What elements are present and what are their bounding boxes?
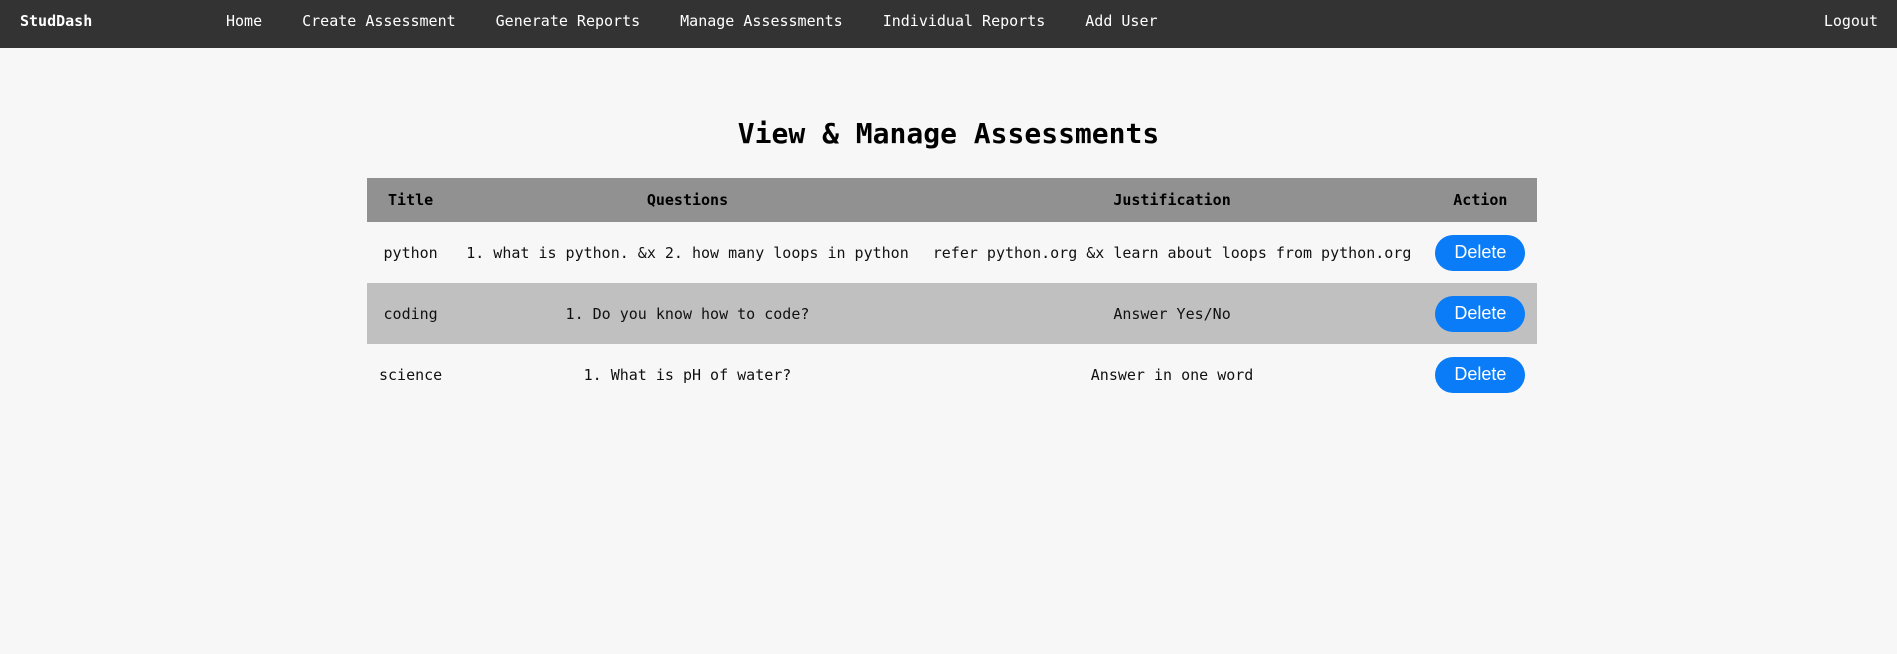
- column-header-questions: Questions: [646, 191, 729, 209]
- cell-action: Delete: [1423, 283, 1537, 344]
- nav-link-create-assessment[interactable]: Create Assessment: [302, 12, 456, 30]
- delete-button[interactable]: Delete: [1435, 356, 1526, 393]
- nav-link-individual-reports[interactable]: Individual Reports: [883, 12, 1046, 30]
- logout-link[interactable]: Logout: [1824, 12, 1878, 30]
- cell-title: coding: [383, 304, 438, 323]
- table-header: Title Questions Justification Action: [367, 178, 1538, 222]
- delete-button[interactable]: Delete: [1435, 295, 1526, 332]
- delete-button[interactable]: Delete: [1435, 234, 1526, 271]
- cell-title: python: [383, 243, 438, 262]
- brand-logo[interactable]: StudDash: [20, 12, 92, 30]
- nav-link-add-user[interactable]: Add User: [1085, 12, 1157, 30]
- cell-questions: 1. What is pH of water?: [583, 365, 792, 384]
- table-row: python 1. what is python. &x 2. how many…: [367, 222, 1537, 283]
- table-row: coding 1. Do you know how to code? Answe…: [367, 283, 1538, 344]
- cell-questions: 1. what is python. &x 2. how many loops …: [466, 243, 909, 262]
- nav-link-home[interactable]: Home: [226, 12, 262, 30]
- cell-justification: Answer Yes/No: [1113, 304, 1231, 323]
- page-title: View & Manage Assessments: [737, 117, 1160, 150]
- assessments-table: Title Questions Justification Action pyt…: [367, 178, 1538, 405]
- cell-justification: refer python.org &x learn about loops fr…: [932, 243, 1412, 262]
- assessments-table-container: Title Questions Justification Action pyt…: [367, 178, 1538, 405]
- cell-justification: Answer in one word: [1090, 365, 1254, 384]
- column-header-action: Action: [1453, 191, 1508, 209]
- cell-action: Delete: [1423, 222, 1537, 283]
- cell-questions: 1. Do you know how to code?: [565, 304, 810, 323]
- column-header-justification: Justification: [1113, 191, 1231, 209]
- nav-link-generate-reports[interactable]: Generate Reports: [496, 12, 641, 30]
- top-navbar: StudDash Home Create Assessment Generate…: [0, 0, 1897, 48]
- table-row: science 1. What is pH of water? Answer i…: [367, 344, 1537, 405]
- cell-title: science: [379, 365, 443, 384]
- table-header-row: Title Questions Justification Action: [367, 178, 1538, 222]
- column-header-title: Title: [388, 191, 434, 209]
- nav-link-manage-assessments[interactable]: Manage Assessments: [680, 12, 843, 30]
- nav-links: Home Create Assessment Generate Reports …: [226, 12, 1198, 30]
- table-body: python 1. what is python. &x 2. how many…: [367, 222, 1538, 405]
- cell-action: Delete: [1423, 344, 1537, 405]
